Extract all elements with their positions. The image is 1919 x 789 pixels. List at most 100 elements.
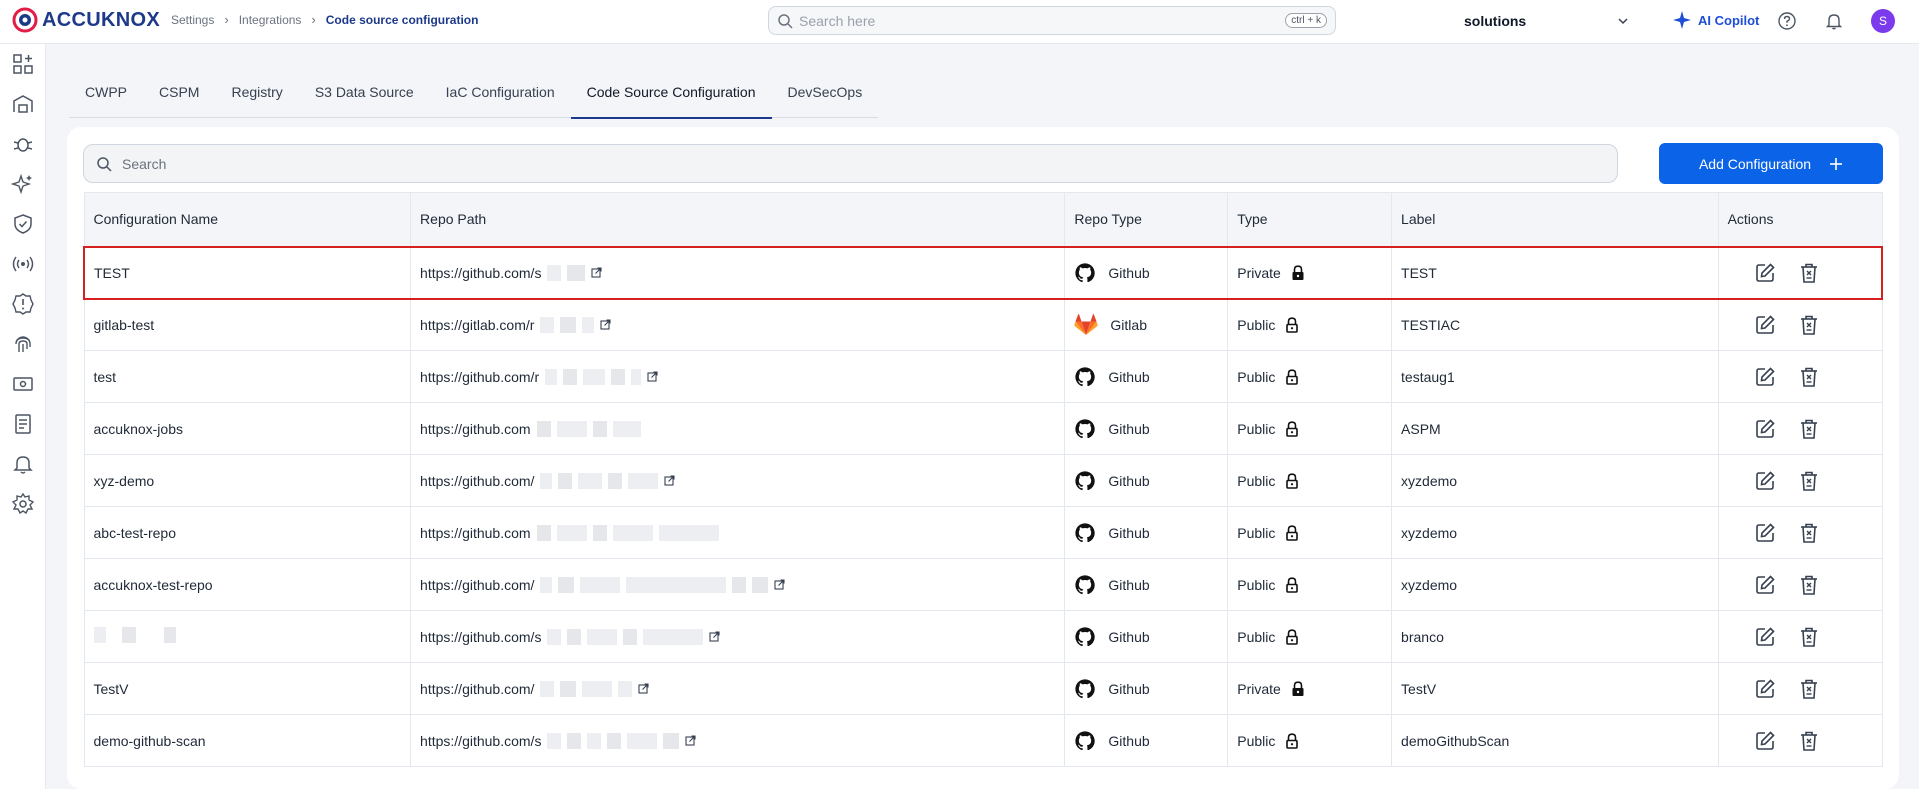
bell-icon[interactable] [1824,11,1844,31]
edit-icon[interactable] [1754,366,1776,388]
tab-cspm[interactable]: CSPM [143,72,215,118]
breadcrumb-settings[interactable]: Settings [171,13,214,27]
edit-icon[interactable] [1754,678,1776,700]
edit-icon[interactable] [1754,262,1776,284]
external-link-icon[interactable] [664,475,676,486]
edit-icon[interactable] [1754,470,1776,492]
add-configuration-label: Add Configuration [1698,155,1812,172]
table-row[interactable]: test https://github.com/r Github Public test… [83,350,1883,403]
global-search-input[interactable]: Search here ctrl + k [768,6,1336,35]
gear-icon[interactable] [11,492,35,516]
chevron-right-icon: › [224,12,229,27]
help-icon[interactable] [1777,11,1797,31]
external-link-icon[interactable] [591,267,603,278]
cell-type: Public [1227,506,1393,559]
trash-icon[interactable] [1798,366,1820,388]
table-row[interactable]: TEST https://github.com/s Github Private TES… [83,245,1883,300]
repo-type: Github [1108,524,1150,541]
edit-icon[interactable] [1754,574,1776,596]
redacted-path [732,576,747,593]
table-row[interactable]: TestV https://github.com/Github Private Tes… [83,662,1883,715]
tab-cwpp[interactable]: CWPP [69,72,143,118]
tab-s3-data-source[interactable]: S3 Data Source [299,72,430,118]
redacted-path [608,472,623,489]
column-header-repo-type[interactable]: Repo Type [1064,192,1229,247]
trash-icon[interactable] [1798,262,1820,284]
tab-code-source-configuration[interactable]: Code Source Configuration [570,72,772,119]
table-row[interactable]: gitlab-test https://gitlab.com/r Gitlab Pub… [83,298,1883,351]
accuknox-logo[interactable]: ACCUKNOX [12,7,160,33]
org-select[interactable]: solutions [1464,9,1630,33]
report-icon[interactable] [11,412,35,436]
dashboard-icon[interactable] [11,52,35,76]
repo-path: https://github.com/ [420,472,535,489]
table-row[interactable]: accuknox-jobs https://github.com Github Pub… [83,402,1883,455]
external-link-icon[interactable] [638,683,650,694]
ai-copilot-button[interactable]: AI Copilot [1672,10,1759,30]
table-search-input[interactable]: Search [83,144,1618,183]
shield-icon[interactable] [11,212,35,236]
column-header-repo-path[interactable]: Repo Path [410,192,1066,247]
table-row[interactable]: abc-test-repo https://github.com Github Pub… [83,506,1883,559]
redacted-path [612,420,641,437]
repo-path: https://github.com [420,420,531,437]
external-link-icon[interactable] [709,631,721,642]
inventory-icon[interactable] [11,92,35,116]
trash-icon[interactable] [1798,314,1820,336]
redacted-path [643,628,704,645]
lock-icon [1292,680,1304,696]
trash-icon[interactable] [1798,470,1820,492]
edit-icon[interactable] [1754,730,1776,752]
table-row[interactable]: demo-github-scan https://github.com/s Gith… [83,714,1883,767]
broadcast-icon[interactable] [11,252,35,276]
tab-iac-configuration[interactable]: IaC Configuration [430,72,571,118]
trash-icon[interactable] [1798,626,1820,648]
table-row[interactable]: https://github.com/s Github Public branco [83,610,1883,663]
external-link-icon[interactable] [685,735,697,746]
repo-path: https://github.com/s [420,264,542,281]
column-header-label[interactable]: Label [1391,192,1719,247]
column-header-configuration-name[interactable]: Configuration Name [83,192,412,247]
search-icon [778,13,793,29]
external-link-icon[interactable] [647,371,658,382]
fingerprint-icon[interactable] [11,332,35,356]
github-icon [1075,418,1096,438]
external-link-icon[interactable] [600,319,611,330]
table-row[interactable]: accuknox-test-repo https://github.com/Git… [83,558,1883,611]
trash-icon[interactable] [1798,678,1820,700]
edit-icon[interactable] [1754,522,1776,544]
tab-registry[interactable]: Registry [215,72,298,118]
redacted-path [536,524,551,541]
edit-icon[interactable] [1754,418,1776,440]
trash-icon[interactable] [1798,730,1820,752]
breadcrumb-integrations[interactable]: Integrations [239,13,302,27]
cell-repo-type: Github [1064,245,1229,300]
org-name: solutions [1464,13,1527,29]
configuration-label: testaug1 [1401,368,1455,385]
cell-repo-path: https://github.com [410,506,1066,559]
external-link-icon[interactable] [774,579,786,590]
redacted-path [567,628,582,645]
redacted-path [540,472,553,489]
trash-icon[interactable] [1798,522,1820,544]
trash-icon[interactable] [1798,574,1820,596]
table-row[interactable]: xyz-demo https://github.com/Github Public x… [83,454,1883,507]
cell-repo-type: Github [1064,350,1229,403]
redacted-path [536,420,551,437]
repo-path: https://github.com/s [420,732,542,749]
add-configuration-button[interactable]: Add Configuration [1659,143,1883,184]
edit-icon[interactable] [1754,314,1776,336]
column-header-actions: Actions [1717,192,1883,247]
bug-icon[interactable] [11,132,35,156]
column-header-type[interactable]: Type [1227,192,1393,247]
bell-nav-icon[interactable] [11,452,35,476]
redacted-path [567,732,582,749]
tab-devsecops[interactable]: DevSecOps [772,72,879,118]
alert-icon[interactable] [11,292,35,316]
repo-type: Github [1108,420,1150,437]
sparkle-nav-icon[interactable] [11,172,35,196]
ticket-icon[interactable] [11,372,35,396]
avatar[interactable]: S [1871,9,1895,33]
edit-icon[interactable] [1754,626,1776,648]
trash-icon[interactable] [1798,418,1820,440]
